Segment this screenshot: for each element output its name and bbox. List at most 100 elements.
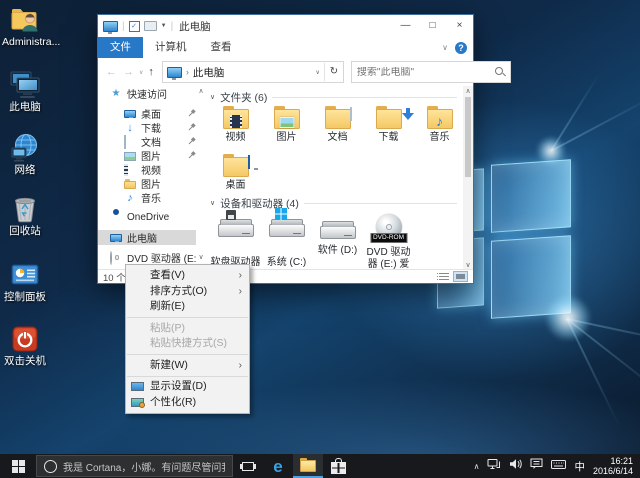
maximize-button[interactable]: □ (419, 15, 446, 37)
user-folder-icon (10, 5, 40, 35)
minimize-button[interactable]: — (392, 15, 419, 37)
search-input[interactable] (352, 67, 494, 78)
expand-ribbon-chevron-icon[interactable]: ∨ (442, 43, 448, 52)
nav-item-documents[interactable]: 文档 (98, 134, 196, 149)
qat-customize-chevron-icon[interactable]: ▼ (161, 23, 167, 29)
close-button[interactable]: × (446, 15, 473, 37)
action-center-icon[interactable] (530, 457, 543, 475)
address-bar[interactable]: › 此电脑 ∨ ↻ (162, 61, 344, 83)
new-folder-icon[interactable] (144, 21, 157, 31)
menu-item-refresh[interactable]: 刷新(E) (126, 299, 249, 315)
icons-view-button[interactable] (453, 271, 468, 282)
navpane-scrollbar[interactable]: ∧ ∨ (196, 86, 206, 270)
menu-item-sort-by[interactable]: 排序方式(O)› (126, 284, 249, 300)
collapse-chevron-icon[interactable]: ∨ (210, 199, 215, 207)
tab-view[interactable]: 查看 (199, 37, 244, 58)
folder-item-videos[interactable]: 视频 (210, 106, 261, 144)
menu-item-view[interactable]: 查看(V)› (126, 268, 249, 284)
drive-item-software-d[interactable]: 软件 (D:) (312, 212, 363, 270)
nav-item-desktop[interactable]: 桌面 (98, 106, 196, 121)
personalize-icon (131, 398, 144, 407)
this-pc-icon (167, 67, 182, 78)
nav-item-videos[interactable]: 视频 (98, 162, 196, 177)
task-view-button[interactable] (233, 454, 263, 478)
help-icon[interactable]: ? (455, 42, 467, 54)
menu-separator (127, 317, 248, 318)
nav-item-pictures[interactable]: 图片 (98, 148, 196, 163)
menu-item-personalize[interactable]: 个性化(R) (126, 395, 249, 411)
clock[interactable]: 16:21 2016/6/14 (593, 456, 633, 477)
breadcrumb[interactable]: 此电脑 (193, 65, 225, 80)
scroll-down-icon[interactable]: ∨ (463, 261, 473, 269)
desktop-folder-icon (223, 157, 249, 177)
nav-item-dvd-drive[interactable]: DVD 驱动器 (E:) 爱 (98, 250, 196, 265)
refresh-icon[interactable]: ↻ (324, 63, 343, 81)
caption-buttons: — □ × (392, 15, 473, 37)
edge-button[interactable]: e (263, 454, 293, 478)
store-button[interactable] (323, 454, 353, 478)
scroll-down-icon[interactable]: ∨ (196, 253, 206, 261)
ime-indicator[interactable]: 中 (574, 459, 585, 474)
title-bar[interactable]: | ✓ ▼ | 此电脑 — □ × (98, 15, 473, 37)
tab-computer[interactable]: 计算机 (143, 37, 199, 58)
menu-item-display-settings[interactable]: 显示设置(D) (126, 379, 249, 395)
windows-logo-icon (12, 460, 25, 473)
back-button[interactable]: ← (106, 66, 117, 78)
submenu-arrow-icon: › (239, 268, 242, 284)
cortana-search-box[interactable]: 我是 Cortana，小娜。有问题尽管问我。 (36, 455, 233, 477)
scrollbar-thumb[interactable] (465, 97, 471, 177)
monitor-icon (124, 110, 136, 118)
nav-item-quick-access[interactable]: ★ 快速访问 (98, 86, 196, 101)
collapse-chevron-icon[interactable]: ∨ (210, 93, 215, 101)
details-view-button[interactable] (436, 271, 451, 282)
desktop-icon-network[interactable]: 网络 (2, 133, 48, 177)
recent-locations-chevron-icon[interactable]: ∨ (139, 69, 143, 76)
folder-item-desktop[interactable]: 桌面 (210, 154, 261, 192)
start-button[interactable] (0, 454, 36, 478)
scroll-up-icon[interactable]: ∧ (196, 87, 206, 95)
breadcrumb-separator-icon: › (186, 67, 189, 77)
desktop-icon-this-pc[interactable]: 此电脑 (2, 70, 48, 114)
window-title: 此电脑 (179, 19, 211, 34)
file-explorer-icon (300, 460, 316, 472)
search-icon[interactable] (494, 66, 506, 78)
drive-item-system-c[interactable]: 系统 (C:) (261, 212, 312, 270)
folder-item-downloads[interactable]: 下载 (363, 106, 414, 144)
nav-item-downloads[interactable]: ↓ 下载 (98, 120, 196, 135)
scroll-up-icon[interactable]: ∧ (463, 87, 473, 95)
folder-item-music[interactable]: ♪ 音乐 (414, 106, 463, 144)
cortana-icon (44, 460, 57, 473)
drive-item-dvd-e[interactable]: DVD-ROM DVD 驱动器 (E:) 爱封 (363, 212, 414, 270)
folders-section-header[interactable]: ∨ 文件夹 (6) (210, 90, 457, 104)
task-view-icon (242, 462, 254, 471)
desktop-icon-recycle-bin[interactable]: 回收站 (2, 194, 48, 238)
desktop-icon-administrator[interactable]: Administra... (2, 5, 48, 49)
nav-item-music[interactable]: ♪ 音乐 (98, 190, 196, 205)
power-icon (10, 324, 40, 354)
volume-icon[interactable] (509, 457, 522, 475)
tab-file[interactable]: 文件 (98, 37, 143, 58)
music-folder-icon: ♪ (427, 109, 453, 129)
drives-section-header[interactable]: ∨ 设备和驱动器 (4) (210, 196, 457, 210)
drives-row: 软盘驱动器 (A:) 系统 (C:) 软件 (D:) (210, 212, 414, 270)
properties-checkbox-icon[interactable]: ✓ (129, 21, 140, 32)
folder-item-documents[interactable]: 文档 (312, 106, 363, 144)
desktop-icon-shutdown[interactable]: 双击关机 (2, 324, 48, 368)
content-scrollbar[interactable]: ∧ ∨ (463, 86, 473, 270)
folder-item-pictures[interactable]: 图片 (261, 106, 312, 144)
pin-icon (188, 108, 196, 120)
drive-item-floppy-a[interactable]: 软盘驱动器 (A:) (210, 212, 261, 270)
up-button[interactable]: ↑ (148, 66, 154, 78)
search-box[interactable] (351, 61, 511, 83)
nav-item-pictures-folder[interactable]: 图片 (98, 176, 196, 191)
touch-keyboard-icon[interactable] (551, 457, 566, 475)
nav-item-onedrive[interactable]: OneDrive (98, 210, 196, 225)
desktop-icon-control-panel[interactable]: 控制面板 (2, 260, 48, 304)
menu-item-new[interactable]: 新建(W)› (126, 358, 249, 374)
network-icon[interactable] (487, 457, 501, 475)
forward-button[interactable]: → (123, 66, 134, 78)
show-hidden-icons-chevron[interactable]: ∧ (474, 462, 480, 471)
file-explorer-button[interactable] (293, 454, 323, 478)
nav-item-this-pc[interactable]: 此电脑 (98, 230, 196, 245)
address-dropdown-chevron-icon[interactable]: ∨ (312, 69, 324, 76)
